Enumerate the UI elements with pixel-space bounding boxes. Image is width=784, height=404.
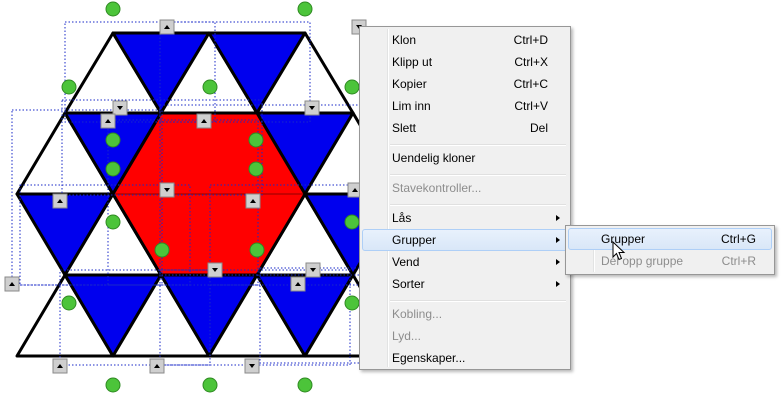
rotate-handle[interactable] <box>297 377 313 393</box>
context-menu: Klon Ctrl+D Klipp ut Ctrl+X Kopier Ctrl+… <box>359 26 571 370</box>
resize-handle[interactable] <box>159 19 175 35</box>
resize-handle[interactable] <box>52 358 68 374</box>
menu-item-label: Slett <box>392 121 417 135</box>
menu-separator <box>390 144 566 146</box>
submenu-arrow-icon <box>556 237 560 243</box>
rotate-handle[interactable] <box>202 79 218 95</box>
resize-handle[interactable] <box>52 193 68 209</box>
submenu-grupper: Grupper Ctrl+G Del opp gruppe Ctrl+R <box>565 225 775 275</box>
menu-separator <box>390 204 566 206</box>
resize-handle[interactable] <box>100 113 116 129</box>
menu-item-label: Klipp ut <box>392 55 433 69</box>
resize-handle[interactable] <box>244 358 260 374</box>
resize-handle[interactable] <box>159 182 175 198</box>
menu-item-label: Stavekontroller... <box>392 181 482 195</box>
rotate-handle[interactable] <box>154 242 170 258</box>
rotate-handle[interactable] <box>248 161 264 177</box>
menu-item-uendelig-kloner[interactable]: Uendelig kloner <box>362 147 568 169</box>
menu-item-shortcut: Ctrl+R <box>721 254 756 268</box>
menu-item-label: Vend <box>392 255 420 269</box>
menu-item-shortcut: Del <box>529 121 548 135</box>
menu-item-slett[interactable]: Slett Del <box>362 117 568 139</box>
mouse-cursor-icon <box>612 241 626 261</box>
rotate-handle[interactable] <box>105 214 121 230</box>
submenu-item-del-opp-gruppe[interactable]: Del opp gruppe Ctrl+R <box>568 250 772 272</box>
submenu-item-grupper[interactable]: Grupper Ctrl+G <box>568 228 772 250</box>
menu-item-label: Grupper <box>392 233 437 247</box>
rotate-handle[interactable] <box>105 1 121 17</box>
menu-item-kopier[interactable]: Kopier Ctrl+C <box>362 73 568 95</box>
menu-item-vend[interactable]: Vend <box>362 251 568 273</box>
menu-item-lyd[interactable]: Lyd... <box>362 325 568 347</box>
resize-handle[interactable] <box>4 276 20 292</box>
menu-item-las[interactable]: Lås <box>362 207 568 229</box>
submenu-arrow-icon <box>556 215 560 221</box>
rotate-handle[interactable] <box>61 295 77 311</box>
rotate-handle[interactable] <box>105 132 121 148</box>
resize-handle[interactable] <box>304 100 320 116</box>
menu-item-label: Lås <box>392 211 412 225</box>
menu-item-label: Kopier <box>392 77 427 91</box>
menu-item-label: Klon <box>392 33 417 47</box>
rotate-handle[interactable] <box>297 1 313 17</box>
menu-item-stavekontroller[interactable]: Stavekontroller... <box>362 177 568 199</box>
menu-item-shortcut: Ctrl+V <box>514 99 548 113</box>
menu-item-klon[interactable]: Klon Ctrl+D <box>362 29 568 51</box>
rotate-handle[interactable] <box>344 295 360 311</box>
menu-separator <box>390 174 566 176</box>
resize-handle[interactable] <box>207 262 223 278</box>
resize-handle[interactable] <box>196 113 212 129</box>
menu-item-kobling[interactable]: Kobling... <box>362 303 568 325</box>
menu-separator <box>390 300 566 302</box>
submenu-arrow-icon <box>556 259 560 265</box>
rotate-handle[interactable] <box>249 242 265 258</box>
menu-item-egenskaper[interactable]: Egenskaper... <box>362 347 568 369</box>
rotate-handle[interactable] <box>248 132 264 148</box>
submenu-arrow-icon <box>556 281 560 287</box>
menu-item-shortcut: Ctrl+G <box>720 232 756 246</box>
resize-handle[interactable] <box>112 100 128 116</box>
rotate-handle[interactable] <box>344 214 360 230</box>
menu-item-sorter[interactable]: Sorter <box>362 273 568 295</box>
menu-item-shortcut: Ctrl+X <box>514 55 548 69</box>
menu-item-label: Lyd... <box>392 329 421 343</box>
resize-handle[interactable] <box>290 276 306 292</box>
menu-item-lim-inn[interactable]: Lim inn Ctrl+V <box>362 95 568 117</box>
menu-item-label: Lim inn <box>392 99 431 113</box>
rotate-handle[interactable] <box>344 79 360 95</box>
rotate-handle[interactable] <box>61 79 77 95</box>
rotate-handle[interactable] <box>105 377 121 393</box>
rotate-handle[interactable] <box>105 161 121 177</box>
menu-item-label: Sorter <box>392 277 425 291</box>
menu-item-label: Kobling... <box>392 307 443 321</box>
menu-item-shortcut: Ctrl+C <box>513 77 548 91</box>
menu-item-shortcut: Ctrl+D <box>513 33 548 47</box>
resize-handle[interactable] <box>149 358 165 374</box>
resize-handle[interactable] <box>245 193 261 209</box>
menu-item-label: Egenskaper... <box>392 351 466 365</box>
menu-item-label: Uendelig kloner <box>392 151 476 165</box>
menu-item-klipp-ut[interactable]: Klipp ut Ctrl+X <box>362 51 568 73</box>
resize-handle[interactable] <box>305 262 321 278</box>
menu-item-grupper[interactable]: Grupper <box>362 229 568 251</box>
rotate-handle[interactable] <box>202 377 218 393</box>
